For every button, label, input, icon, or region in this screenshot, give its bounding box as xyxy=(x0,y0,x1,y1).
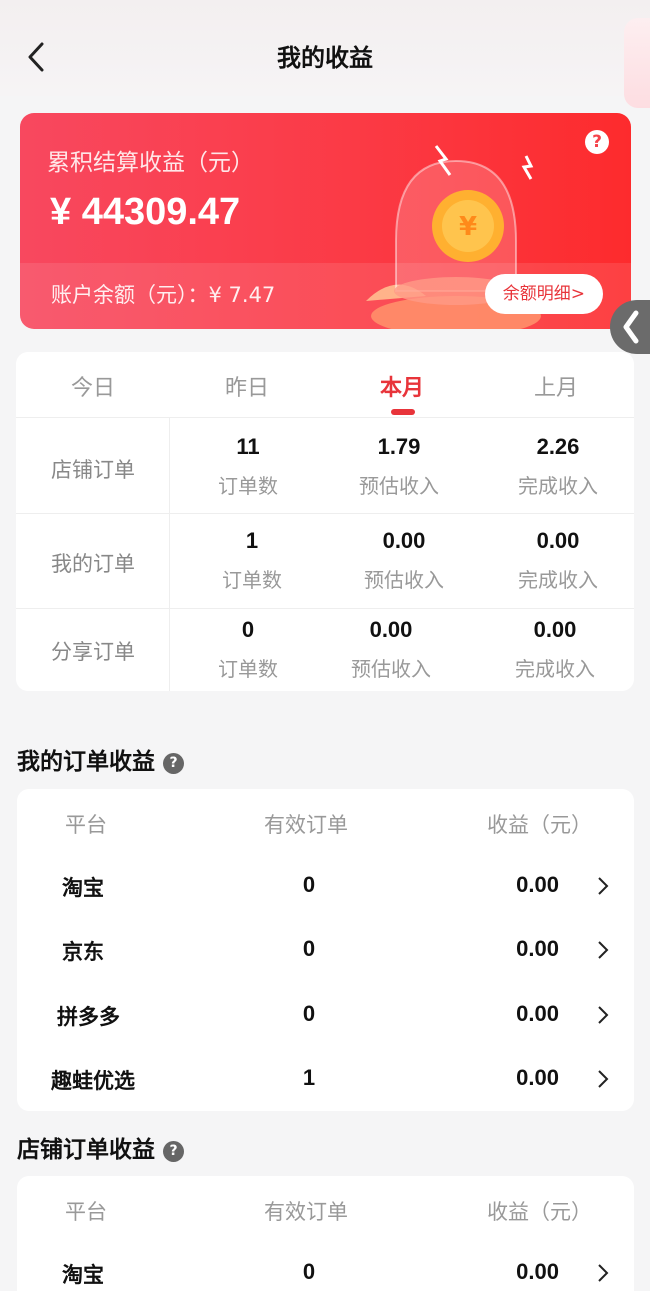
stat-caption: 完成收入 xyxy=(515,657,595,681)
tab-today[interactable]: 今日 xyxy=(16,370,170,402)
stat-value: 0.00 xyxy=(382,528,426,553)
valid-orders-count: 0 xyxy=(302,1001,316,1026)
header-platform: 平台 xyxy=(65,1200,107,1224)
row-label: 分享订单 xyxy=(51,640,135,664)
total-earnings-value: ¥ 44309.47 xyxy=(50,191,241,233)
stat-caption: 预估收入 xyxy=(364,568,444,592)
stat-cell: 0.00 预估收入 xyxy=(329,528,479,593)
stat-value: 0.00 xyxy=(536,528,580,553)
help-icon[interactable]: ? xyxy=(163,753,184,774)
stat-cell: 0 订单数 xyxy=(173,617,323,682)
valid-orders-count: 0 xyxy=(302,1259,316,1284)
stat-caption: 订单数 xyxy=(218,657,278,681)
row-label: 店铺订单 xyxy=(51,458,135,482)
chevron-right-icon xyxy=(597,1005,609,1029)
stat-value: 0 xyxy=(241,617,255,642)
section-title-shop-orders: 店铺订单收益? xyxy=(17,1130,184,1164)
decoration xyxy=(624,18,650,108)
row-label: 我的订单 xyxy=(51,552,135,576)
earnings-card: 累积结算收益（元） ¥ 44309.47 账户余额（元）：¥ 7.47 ? ¥ … xyxy=(20,113,631,329)
valid-orders-count: 1 xyxy=(302,1065,316,1090)
header-earnings: 收益（元） xyxy=(487,813,592,837)
stats-row-shop-orders: 店铺订单 11 订单数 1.79 预估收入 2.26 完成收入 xyxy=(16,418,634,514)
stats-row-share-orders: 分享订单 0 订单数 0.00 预估收入 0.00 完成收入 xyxy=(16,609,634,691)
stat-cell: 0.00 完成收入 xyxy=(483,528,633,593)
help-icon[interactable]: ? xyxy=(163,1141,184,1162)
platform-row[interactable]: 京东 0 0.00 xyxy=(17,918,634,982)
stat-cell: 11 订单数 xyxy=(173,434,323,499)
stat-caption: 预估收入 xyxy=(359,474,439,498)
earnings-amount: 0.00 xyxy=(516,872,559,897)
platform-row[interactable]: 淘宝 0 0.00 xyxy=(17,854,634,918)
stat-caption: 预估收入 xyxy=(351,657,431,681)
earnings-amount: 0.00 xyxy=(516,1259,559,1284)
header-valid-orders: 有效订单 xyxy=(264,813,348,837)
stat-cell: 1.79 预估收入 xyxy=(324,434,474,499)
side-drawer-handle[interactable] xyxy=(610,300,650,354)
stat-cell: 0.00 完成收入 xyxy=(480,617,630,682)
tab-yesterday[interactable]: 昨日 xyxy=(170,370,324,402)
chevron-right-icon xyxy=(597,940,609,964)
earnings-amount: 0.00 xyxy=(516,1001,559,1026)
stat-value: 0.00 xyxy=(533,617,577,642)
active-tab-indicator xyxy=(391,409,415,415)
stat-cell: 1 订单数 xyxy=(177,528,327,593)
top-bar: 我的收益 xyxy=(0,0,650,108)
earnings-amount: 0.00 xyxy=(516,1065,559,1090)
page-title: 我的收益 xyxy=(277,44,373,72)
stat-value: 1 xyxy=(245,528,259,553)
my-orders-table: 平台 有效订单 收益（元） 淘宝 0 0.00 京东 0 0.00 拼多多 0 … xyxy=(17,789,634,1111)
section-title-text: 我的订单收益 xyxy=(17,749,155,775)
balance-detail-button[interactable]: 余额明细> xyxy=(484,274,603,314)
tab-last-month[interactable]: 上月 xyxy=(479,370,633,402)
platform-name: 京东 xyxy=(62,940,104,964)
platform-name: 趣蛙优选 xyxy=(51,1069,135,1093)
platform-row[interactable]: 拼多多 0 0.00 xyxy=(17,983,634,1047)
header-platform: 平台 xyxy=(65,813,107,837)
stat-caption: 完成收入 xyxy=(518,568,598,592)
chevron-left-icon xyxy=(620,310,642,348)
header-valid-orders: 有效订单 xyxy=(264,1200,348,1224)
stat-cell: 0.00 预估收入 xyxy=(316,617,466,682)
svg-text:¥: ¥ xyxy=(459,212,477,242)
section-title-text: 店铺订单收益 xyxy=(17,1137,155,1163)
header-earnings: 收益（元） xyxy=(487,1200,592,1224)
chevron-right-icon xyxy=(597,1263,609,1287)
total-earnings-label: 累积结算收益（元） xyxy=(47,150,254,176)
chevron-right-icon xyxy=(597,876,609,900)
stat-caption: 订单数 xyxy=(218,474,278,498)
stat-value: 2.26 xyxy=(536,434,580,459)
account-balance: 账户余额（元）：¥ 7.47 xyxy=(51,283,276,307)
tab-this-month[interactable]: 本月 xyxy=(325,370,479,402)
shop-orders-table: 平台 有效订单 收益（元） 淘宝 0 0.00 xyxy=(17,1176,634,1291)
valid-orders-count: 0 xyxy=(302,936,316,961)
stat-cell: 2.26 完成收入 xyxy=(483,434,633,499)
stat-value: 0.00 xyxy=(369,617,413,642)
valid-orders-count: 0 xyxy=(302,872,316,897)
stat-caption: 完成收入 xyxy=(518,474,598,498)
platform-row[interactable]: 淘宝 0 0.00 xyxy=(17,1241,634,1291)
platform-name: 拼多多 xyxy=(57,1005,120,1029)
section-title-my-orders: 我的订单收益? xyxy=(17,742,184,776)
stats-row-my-orders: 我的订单 1 订单数 0.00 预估收入 0.00 完成收入 xyxy=(16,514,634,609)
stat-caption: 订单数 xyxy=(222,568,282,592)
stat-value: 11 xyxy=(236,434,260,459)
chevron-right-icon xyxy=(597,1069,609,1093)
platform-name: 淘宝 xyxy=(62,1263,104,1287)
help-icon[interactable]: ? xyxy=(585,130,609,154)
stat-value: 1.79 xyxy=(377,434,421,459)
earnings-amount: 0.00 xyxy=(516,936,559,961)
platform-row[interactable]: 趣蛙优选 1 0.00 xyxy=(17,1047,634,1111)
period-tabs: 今日 昨日 本月 上月 xyxy=(16,352,634,418)
stats-panel: 今日 昨日 本月 上月 店铺订单 11 订单数 1.79 预估收入 2.26 完… xyxy=(16,352,634,691)
platform-name: 淘宝 xyxy=(62,876,104,900)
